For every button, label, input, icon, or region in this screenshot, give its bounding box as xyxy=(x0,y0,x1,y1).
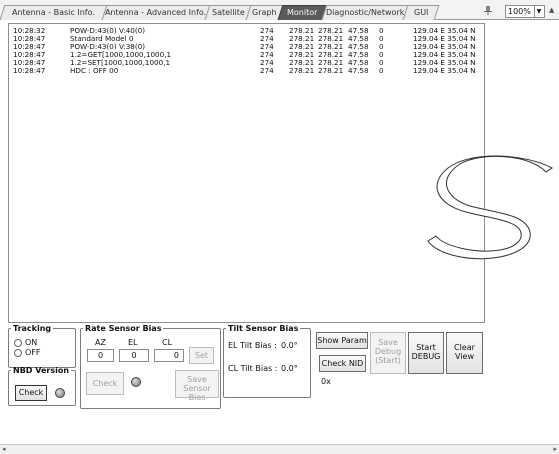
monitor-log[interactable]: 10:28:32 POW-D:43(0) V:40(0) 274 278.21 … xyxy=(8,23,485,323)
button-label-line: Save xyxy=(187,375,207,384)
tab-antenna-advanced-info[interactable]: Antenna - Advanced Info. xyxy=(101,5,211,20)
button-label-line: (Start) xyxy=(375,356,401,365)
button-label-line: View xyxy=(455,352,474,361)
rate-check-button[interactable]: Check xyxy=(86,372,124,395)
zoom-select[interactable]: 100% ▼ xyxy=(505,5,545,18)
tracking-off-label: OFF xyxy=(25,348,41,357)
log-value: 0 xyxy=(379,66,384,75)
tracking-title: Tracking xyxy=(13,324,52,333)
el-bias-input[interactable]: 0 xyxy=(119,349,149,362)
save-debug-button[interactable]: Save Debug (Start) xyxy=(370,332,406,374)
button-label-line: Start xyxy=(416,343,436,352)
tab-label: Antenna - Advanced Info. xyxy=(105,8,207,17)
el-tilt-bias-label: EL Tilt Bias : xyxy=(228,341,277,350)
scroll-left-icon[interactable]: ◂ xyxy=(2,445,6,454)
start-debug-button[interactable]: Start DEBUG xyxy=(408,332,444,374)
zoom-pin-icon xyxy=(484,6,492,15)
tracking-on-radio[interactable] xyxy=(14,339,22,347)
cl-tilt-bias-label: CL Tilt Bias : xyxy=(228,364,278,373)
button-label-line: Clear xyxy=(454,343,475,352)
nbd-version-title: NBD Version xyxy=(13,366,70,375)
button-label-line: Sensor Bias xyxy=(183,384,211,402)
button-label-line: Save xyxy=(378,338,398,347)
log-value: 278.21 xyxy=(289,66,315,75)
tab-label: Graph xyxy=(252,8,277,17)
horizontal-scrollbar[interactable]: ◂ ▸ xyxy=(0,444,559,454)
log-value: 274 xyxy=(260,66,274,75)
save-sensor-bias-button[interactable]: Save Sensor Bias xyxy=(175,370,219,402)
button-label-line: Debug xyxy=(374,347,402,356)
el-tilt-bias-value: 0.0° xyxy=(281,341,298,350)
zoom-value: 100% xyxy=(508,7,531,16)
scroll-up-icon[interactable]: ▲ xyxy=(549,6,554,14)
log-value: 278.21 xyxy=(318,66,344,75)
check-nid-button[interactable]: Check NID xyxy=(319,355,366,372)
tab-label: Antenna - Basic Info. xyxy=(12,8,95,17)
tab-monitor[interactable]: Monitor xyxy=(277,5,328,20)
button-label-line: DEBUG xyxy=(411,352,441,361)
tab-satellite[interactable]: Satellite xyxy=(204,5,252,20)
set-bias-button[interactable]: Set xyxy=(189,347,214,364)
tilt-sensor-bias-title: Tilt Sensor Bias xyxy=(228,324,299,333)
log-value: 47.58 xyxy=(348,66,369,75)
az-bias-input[interactable]: 0 xyxy=(87,349,114,362)
tab-bar: Antenna - Basic Info. Antenna - Advanced… xyxy=(0,0,559,20)
log-time: 10:28:47 xyxy=(13,66,46,75)
show-param-button[interactable]: Show Param xyxy=(316,332,368,349)
chevron-down-icon[interactable]: ▼ xyxy=(534,6,543,17)
rate-status-led xyxy=(131,377,141,387)
scroll-right-icon[interactable]: ▸ xyxy=(553,445,557,454)
tab-label: Monitor xyxy=(287,8,318,17)
callout-letter-s-icon xyxy=(427,155,553,260)
tab-antenna-basic-info[interactable]: Antenna - Basic Info. xyxy=(0,5,108,20)
tilt-sensor-bias-group: Tilt Sensor Bias xyxy=(223,324,311,398)
tracking-off-radio[interactable] xyxy=(14,349,22,357)
tab-diagnostic-network[interactable]: Diagnostic/Network xyxy=(321,5,409,20)
nbd-check-button[interactable]: Check xyxy=(15,385,47,401)
cl-label: CL xyxy=(162,338,173,347)
tab-label: Satellite xyxy=(211,8,245,17)
log-position: 129.04 E 35.04 N xyxy=(413,66,476,75)
tab-label: GUI xyxy=(413,8,429,17)
el-label: EL xyxy=(128,338,138,347)
nbd-status-led xyxy=(55,388,65,398)
tracking-on-label: ON xyxy=(25,338,38,347)
cl-bias-input[interactable]: 0 xyxy=(154,349,184,362)
nid-value: 0x xyxy=(321,377,331,386)
az-label: AZ xyxy=(95,338,106,347)
rate-sensor-bias-title: Rate Sensor Bias xyxy=(85,324,162,333)
cl-tilt-bias-value: 0.0° xyxy=(281,364,298,373)
tab-gui[interactable]: GUI xyxy=(402,5,440,20)
log-message: HDC : OFF 00 xyxy=(70,66,119,75)
clear-view-button[interactable]: Clear View xyxy=(446,332,483,374)
tab-label: Diagnostic/Network xyxy=(325,8,405,17)
